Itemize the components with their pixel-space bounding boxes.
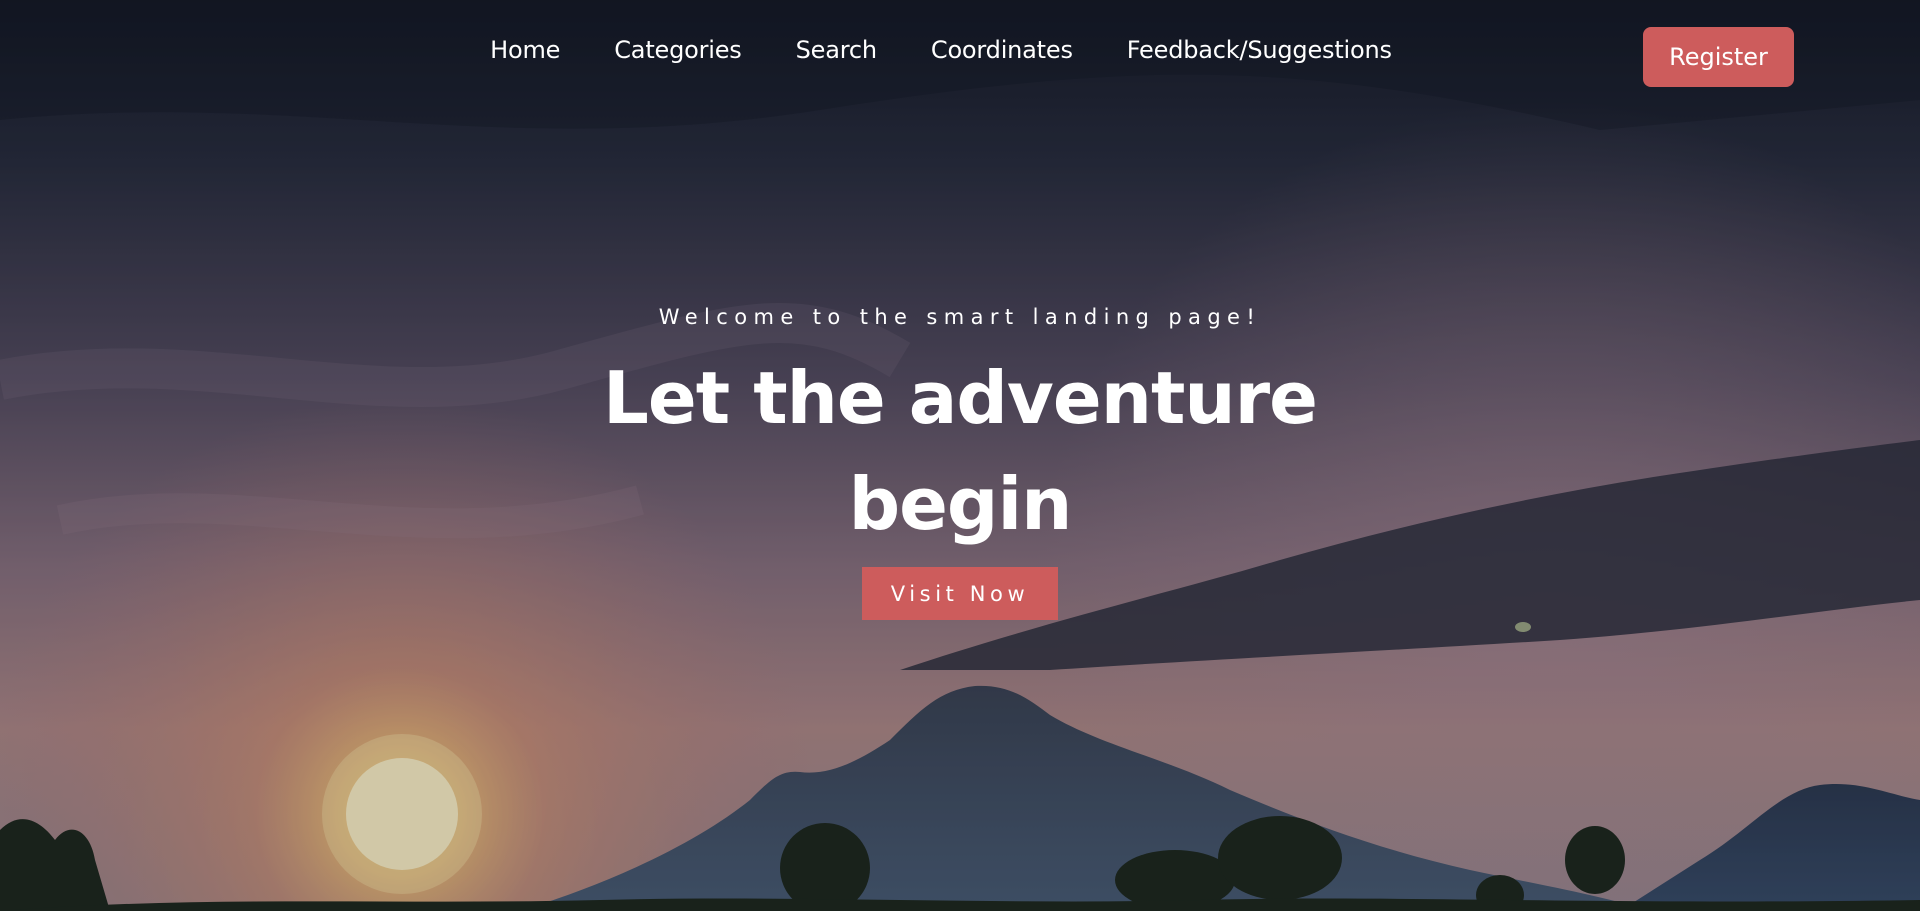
nav-links: Home Categories Search Coordinates Feedb…: [0, 36, 1920, 64]
visit-now-button[interactable]: Visit Now: [862, 567, 1058, 620]
top-navigation: Home Categories Search Coordinates Feedb…: [0, 0, 1920, 114]
hero-tagline: Welcome to the smart landing page!: [658, 305, 1262, 329]
hero-headline-line1: Let the adventure: [603, 356, 1318, 440]
nav-item-search[interactable]: Search: [796, 36, 877, 64]
nav-item-categories[interactable]: Categories: [614, 36, 742, 64]
nav-item-feedback[interactable]: Feedback/Suggestions: [1127, 36, 1392, 64]
hero-headline-line2: begin: [848, 462, 1073, 546]
register-button[interactable]: Register: [1643, 27, 1794, 87]
hero-headline: Let the adventure begin: [0, 345, 1920, 557]
nav-item-home[interactable]: Home: [490, 36, 560, 64]
nav-item-coordinates[interactable]: Coordinates: [931, 36, 1073, 64]
hero-section: Home Categories Search Coordinates Feedb…: [0, 0, 1920, 911]
